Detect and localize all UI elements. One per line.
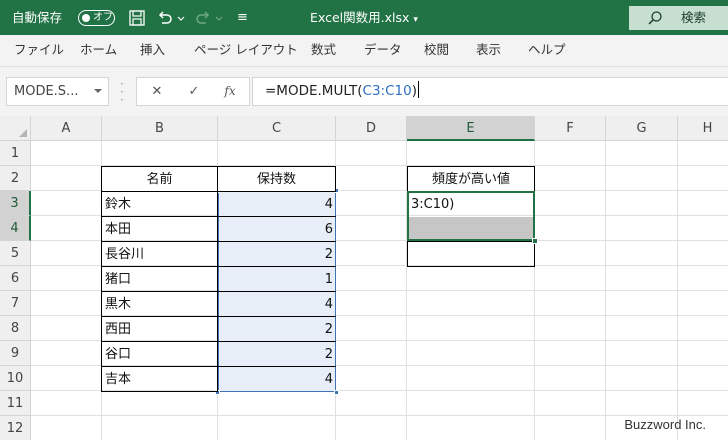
tab-formulas[interactable]: 数式 bbox=[311, 35, 336, 67]
text-cursor bbox=[417, 81, 419, 98]
column-header-g[interactable]: G bbox=[606, 116, 678, 141]
tab-data[interactable]: データ bbox=[364, 35, 402, 67]
cell-border bbox=[218, 241, 336, 242]
tab-view[interactable]: 表示 bbox=[476, 35, 501, 67]
column-header-d[interactable]: D bbox=[336, 116, 407, 141]
window-title[interactable]: Excel関数用.xlsx ▾ bbox=[0, 0, 728, 35]
row-header-2[interactable]: 2 bbox=[0, 166, 31, 191]
name-box[interactable]: MODE.S... bbox=[6, 77, 109, 106]
tab-file[interactable]: ファイル bbox=[14, 35, 64, 67]
cell-c8[interactable]: 2 bbox=[218, 317, 336, 342]
cell-b4[interactable]: 本田 bbox=[101, 216, 218, 242]
cell-b6[interactable]: 猪口 bbox=[101, 266, 218, 292]
cell-border bbox=[218, 266, 336, 267]
cell-b7[interactable]: 黒木 bbox=[101, 291, 218, 317]
row-header-4[interactable]: 4 bbox=[0, 216, 31, 241]
row-header-5[interactable]: 5 bbox=[0, 241, 31, 266]
cell-b8[interactable]: 西田 bbox=[101, 316, 218, 342]
row-header-8[interactable]: 8 bbox=[0, 316, 31, 341]
select-all-button[interactable] bbox=[0, 116, 31, 141]
watermark: Buzzword Inc. bbox=[624, 417, 706, 432]
row-header-12[interactable]: 12 bbox=[0, 416, 31, 440]
cell-border bbox=[218, 291, 336, 292]
row-header-1[interactable]: 1 bbox=[0, 141, 31, 166]
tab-page-layout[interactable]: ページ レイアウト bbox=[194, 35, 298, 67]
title-bar: 自動保存 オフ ≡ Excel関数用.xlsx ▾ 検索 bbox=[0, 0, 728, 35]
insert-function-button[interactable]: fx bbox=[215, 78, 245, 105]
cell-e3-editing: 3:C10) bbox=[411, 197, 455, 212]
cell-e5[interactable] bbox=[407, 241, 535, 267]
tab-review[interactable]: 校閲 bbox=[424, 35, 449, 67]
row-header-3[interactable]: 3 bbox=[0, 191, 31, 216]
gridline bbox=[31, 415, 728, 416]
cell-b9[interactable]: 谷口 bbox=[101, 341, 218, 367]
active-cell-e3[interactable]: 3:C10) bbox=[407, 191, 535, 241]
cell-b3[interactable]: 鈴木 bbox=[101, 191, 218, 217]
formula-buttons: ✕ ✓ fx bbox=[136, 77, 250, 106]
cell-border bbox=[218, 341, 336, 342]
row-header-11[interactable]: 11 bbox=[0, 391, 31, 416]
search-icon bbox=[648, 11, 662, 25]
cell-c6[interactable]: 1 bbox=[218, 267, 336, 292]
row-header-6[interactable]: 6 bbox=[0, 266, 31, 291]
column-header-b[interactable]: B bbox=[102, 116, 218, 141]
formula-input[interactable]: =MODE.MULT(C3:C10) bbox=[252, 77, 728, 106]
row-header-9[interactable]: 9 bbox=[0, 341, 31, 366]
cell-c7[interactable]: 4 bbox=[218, 292, 336, 317]
column-header-e[interactable]: E bbox=[407, 116, 535, 141]
cell-b10[interactable]: 吉本 bbox=[101, 366, 218, 392]
filename-caret-icon: ▾ bbox=[413, 15, 418, 25]
column-header-a[interactable]: A bbox=[31, 116, 102, 141]
cell-c9[interactable]: 2 bbox=[218, 342, 336, 367]
formula-bar-grip-icon: · · · bbox=[120, 77, 124, 107]
column-header-f[interactable]: F bbox=[535, 116, 606, 141]
column-header-c[interactable]: C bbox=[218, 116, 336, 141]
row-header-7[interactable]: 7 bbox=[0, 291, 31, 316]
cell-c10[interactable]: 4 bbox=[218, 367, 336, 392]
cell-c3[interactable]: 4 bbox=[218, 192, 336, 217]
tab-home[interactable]: ホーム bbox=[80, 35, 117, 67]
search-box[interactable]: 検索 bbox=[629, 6, 728, 30]
cell-b5[interactable]: 長谷川 bbox=[101, 241, 218, 267]
formula-suffix: ) bbox=[411, 83, 417, 99]
cell-c4[interactable]: 6 bbox=[218, 217, 336, 242]
cell-c5[interactable]: 2 bbox=[218, 242, 336, 267]
tab-insert[interactable]: 挿入 bbox=[140, 35, 165, 67]
cell-b2-header[interactable]: 名前 bbox=[101, 166, 218, 192]
name-box-value: MODE.S... bbox=[14, 84, 79, 99]
ribbon-tabs: ファイル ホーム 挿入 ページ レイアウト 数式 データ 校閲 表示 ヘルプ bbox=[0, 35, 728, 67]
cell-border bbox=[218, 366, 336, 367]
tab-help[interactable]: ヘルプ bbox=[528, 35, 566, 67]
formula-range-ref: C3:C10 bbox=[362, 83, 412, 99]
cancel-button[interactable]: ✕ bbox=[142, 78, 172, 105]
search-label: 検索 bbox=[681, 10, 707, 25]
cell-e2-header[interactable]: 頻度が高い値 bbox=[407, 166, 535, 192]
row-header-10[interactable]: 10 bbox=[0, 366, 31, 391]
select-all-triangle-icon bbox=[19, 129, 27, 137]
formula-text: =MODE.MULT(C3:C10) bbox=[265, 78, 419, 105]
formula-prefix: =MODE.MULT( bbox=[265, 83, 363, 99]
fill-handle[interactable] bbox=[532, 238, 538, 244]
formula-bar-area: MODE.S... · · · ✕ ✓ fx =MODE.MULT(C3:C10) bbox=[0, 67, 728, 116]
column-header-h[interactable]: H bbox=[678, 116, 728, 141]
cell-border bbox=[218, 216, 336, 217]
name-box-dropdown-icon[interactable] bbox=[94, 87, 102, 95]
filename: Excel関数用.xlsx bbox=[310, 10, 410, 25]
cell-c2-header[interactable]: 保持数 bbox=[217, 166, 336, 192]
cell-border bbox=[218, 316, 336, 317]
enter-button[interactable]: ✓ bbox=[179, 78, 209, 105]
